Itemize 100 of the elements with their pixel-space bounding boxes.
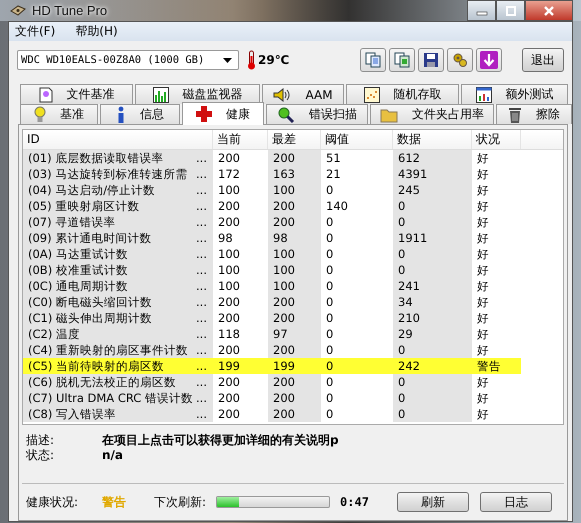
more-dots: ...	[196, 374, 207, 390]
table-cell: 200	[218, 215, 240, 229]
table-cell: 100	[273, 263, 295, 277]
close-button[interactable]	[525, 0, 573, 21]
detail-label: 状态:	[26, 448, 56, 463]
more-dots: ...	[196, 246, 207, 262]
scatter-chart-icon	[364, 86, 380, 102]
table-cell: 0	[326, 391, 334, 405]
table-cell: 0	[326, 311, 334, 325]
tab[interactable]: 额外测试	[461, 84, 568, 104]
table-cell: 好	[477, 199, 489, 213]
bar-chart-icon	[152, 86, 168, 102]
table-cell: 242	[398, 359, 420, 373]
copy-icon[interactable]	[360, 48, 386, 72]
copy-icon[interactable]	[389, 48, 415, 72]
more-dots: ...	[196, 406, 207, 422]
column-header[interactable]: 最差	[268, 130, 321, 149]
table-cell: 好	[477, 343, 489, 357]
attribute-name: (C5) 当前待映射的扇区数	[28, 358, 164, 374]
table-cell: 0	[398, 263, 406, 277]
table-cell: 200	[273, 391, 295, 405]
tab[interactable]: 磁盘监视器	[135, 84, 260, 104]
table-cell: 98	[218, 231, 233, 245]
maximize-icon	[504, 6, 516, 16]
table-cell: 好	[477, 327, 489, 341]
thermometer-icon	[247, 50, 256, 70]
attribute-name: (C1) 磁头伸出周期计数	[28, 310, 152, 326]
gears-icon[interactable]	[447, 48, 473, 72]
tab[interactable]: 错误扫描	[266, 104, 368, 124]
more-dots: ...	[196, 198, 207, 214]
window-chart-icon	[476, 86, 492, 102]
table-cell: 好	[477, 151, 489, 165]
column-header[interactable]: 数据	[393, 130, 472, 149]
table-cell: 100	[273, 279, 295, 293]
table-cell: 200	[273, 151, 295, 165]
table-cell: 警告	[477, 359, 501, 373]
table-cell: 21	[326, 167, 341, 181]
tab[interactable]: 信息	[100, 104, 180, 124]
more-dots: ...	[196, 230, 207, 246]
minimize-button[interactable]	[467, 0, 496, 21]
column-header[interactable]: ID	[23, 130, 213, 149]
table-cell: 100	[218, 183, 240, 197]
table-cell: 0	[326, 231, 334, 245]
log-button[interactable]: 日志	[480, 492, 552, 512]
table-cell: 0	[326, 343, 334, 357]
table-cell: 98	[273, 231, 288, 245]
detail-label: 描述:	[26, 433, 56, 448]
drive-dropdown[interactable]: WDC WD10EALS-00Z8A0 (1000 GB)	[17, 50, 239, 70]
tab[interactable]: 随机存取	[346, 84, 459, 104]
table-cell: 好	[477, 231, 489, 245]
window-title: HD Tune Pro	[32, 3, 108, 18]
health-label: 健康状况:	[26, 494, 80, 510]
attribute-name: (0B) 校准重试计数	[28, 262, 128, 278]
attribute-name: (C2) 温度	[28, 326, 80, 342]
table-cell: 好	[477, 375, 489, 389]
table-cell: 好	[477, 311, 489, 325]
tab[interactable]: 健康	[182, 102, 264, 125]
table-cell: 好	[477, 183, 489, 197]
tab[interactable]: 基准	[20, 104, 98, 124]
table-cell: 97	[273, 327, 288, 341]
magnifier-icon	[277, 106, 295, 122]
more-dots: ...	[196, 278, 207, 294]
table-cell: 199	[273, 359, 295, 373]
column-header[interactable]: 当前	[213, 130, 268, 149]
table-cell: 172	[218, 167, 240, 181]
table-cell: 200	[273, 343, 295, 357]
menu-item[interactable]: 文件(F)	[15, 23, 56, 40]
tab[interactable]: AAM	[262, 84, 344, 104]
column-header[interactable]: 状况	[472, 130, 521, 149]
document-icon	[38, 86, 52, 102]
more-dots: ...	[196, 326, 207, 342]
tab[interactable]: 文件基准	[20, 84, 133, 104]
menu-item[interactable]: 帮助(H)	[75, 23, 118, 40]
tab[interactable]: 文件夹占用率	[370, 104, 494, 124]
table-cell: 0	[326, 279, 334, 293]
download-icon[interactable]	[476, 48, 502, 72]
attribute-name: (C8) 写入错误率	[28, 406, 116, 422]
save-icon[interactable]	[418, 48, 444, 72]
refresh-button[interactable]: 刷新	[396, 492, 469, 512]
table-cell: 1911	[398, 231, 428, 245]
tab[interactable]: 擦除	[496, 104, 572, 124]
table-cell: 好	[477, 391, 489, 405]
column-header[interactable]: 阈值	[321, 130, 393, 149]
table-cell: 118	[218, 327, 240, 341]
table-cell: 199	[218, 359, 240, 373]
table-cell: 200	[218, 391, 240, 405]
trash-icon	[508, 106, 522, 124]
more-dots: ...	[196, 390, 207, 406]
close-icon	[543, 6, 555, 16]
table-cell: 好	[477, 295, 489, 309]
more-dots: ...	[196, 166, 207, 182]
maximize-button[interactable]	[496, 0, 525, 21]
dropdown-arrow-icon	[223, 58, 232, 62]
table-cell: 0	[398, 199, 406, 213]
table-cell: 好	[477, 215, 489, 229]
exit-button[interactable]: 退出	[522, 48, 564, 72]
table-cell: 0	[398, 247, 406, 261]
table-cell: 0	[326, 183, 334, 197]
table-cell: 0	[326, 263, 334, 277]
table-cell: 200	[218, 295, 240, 309]
